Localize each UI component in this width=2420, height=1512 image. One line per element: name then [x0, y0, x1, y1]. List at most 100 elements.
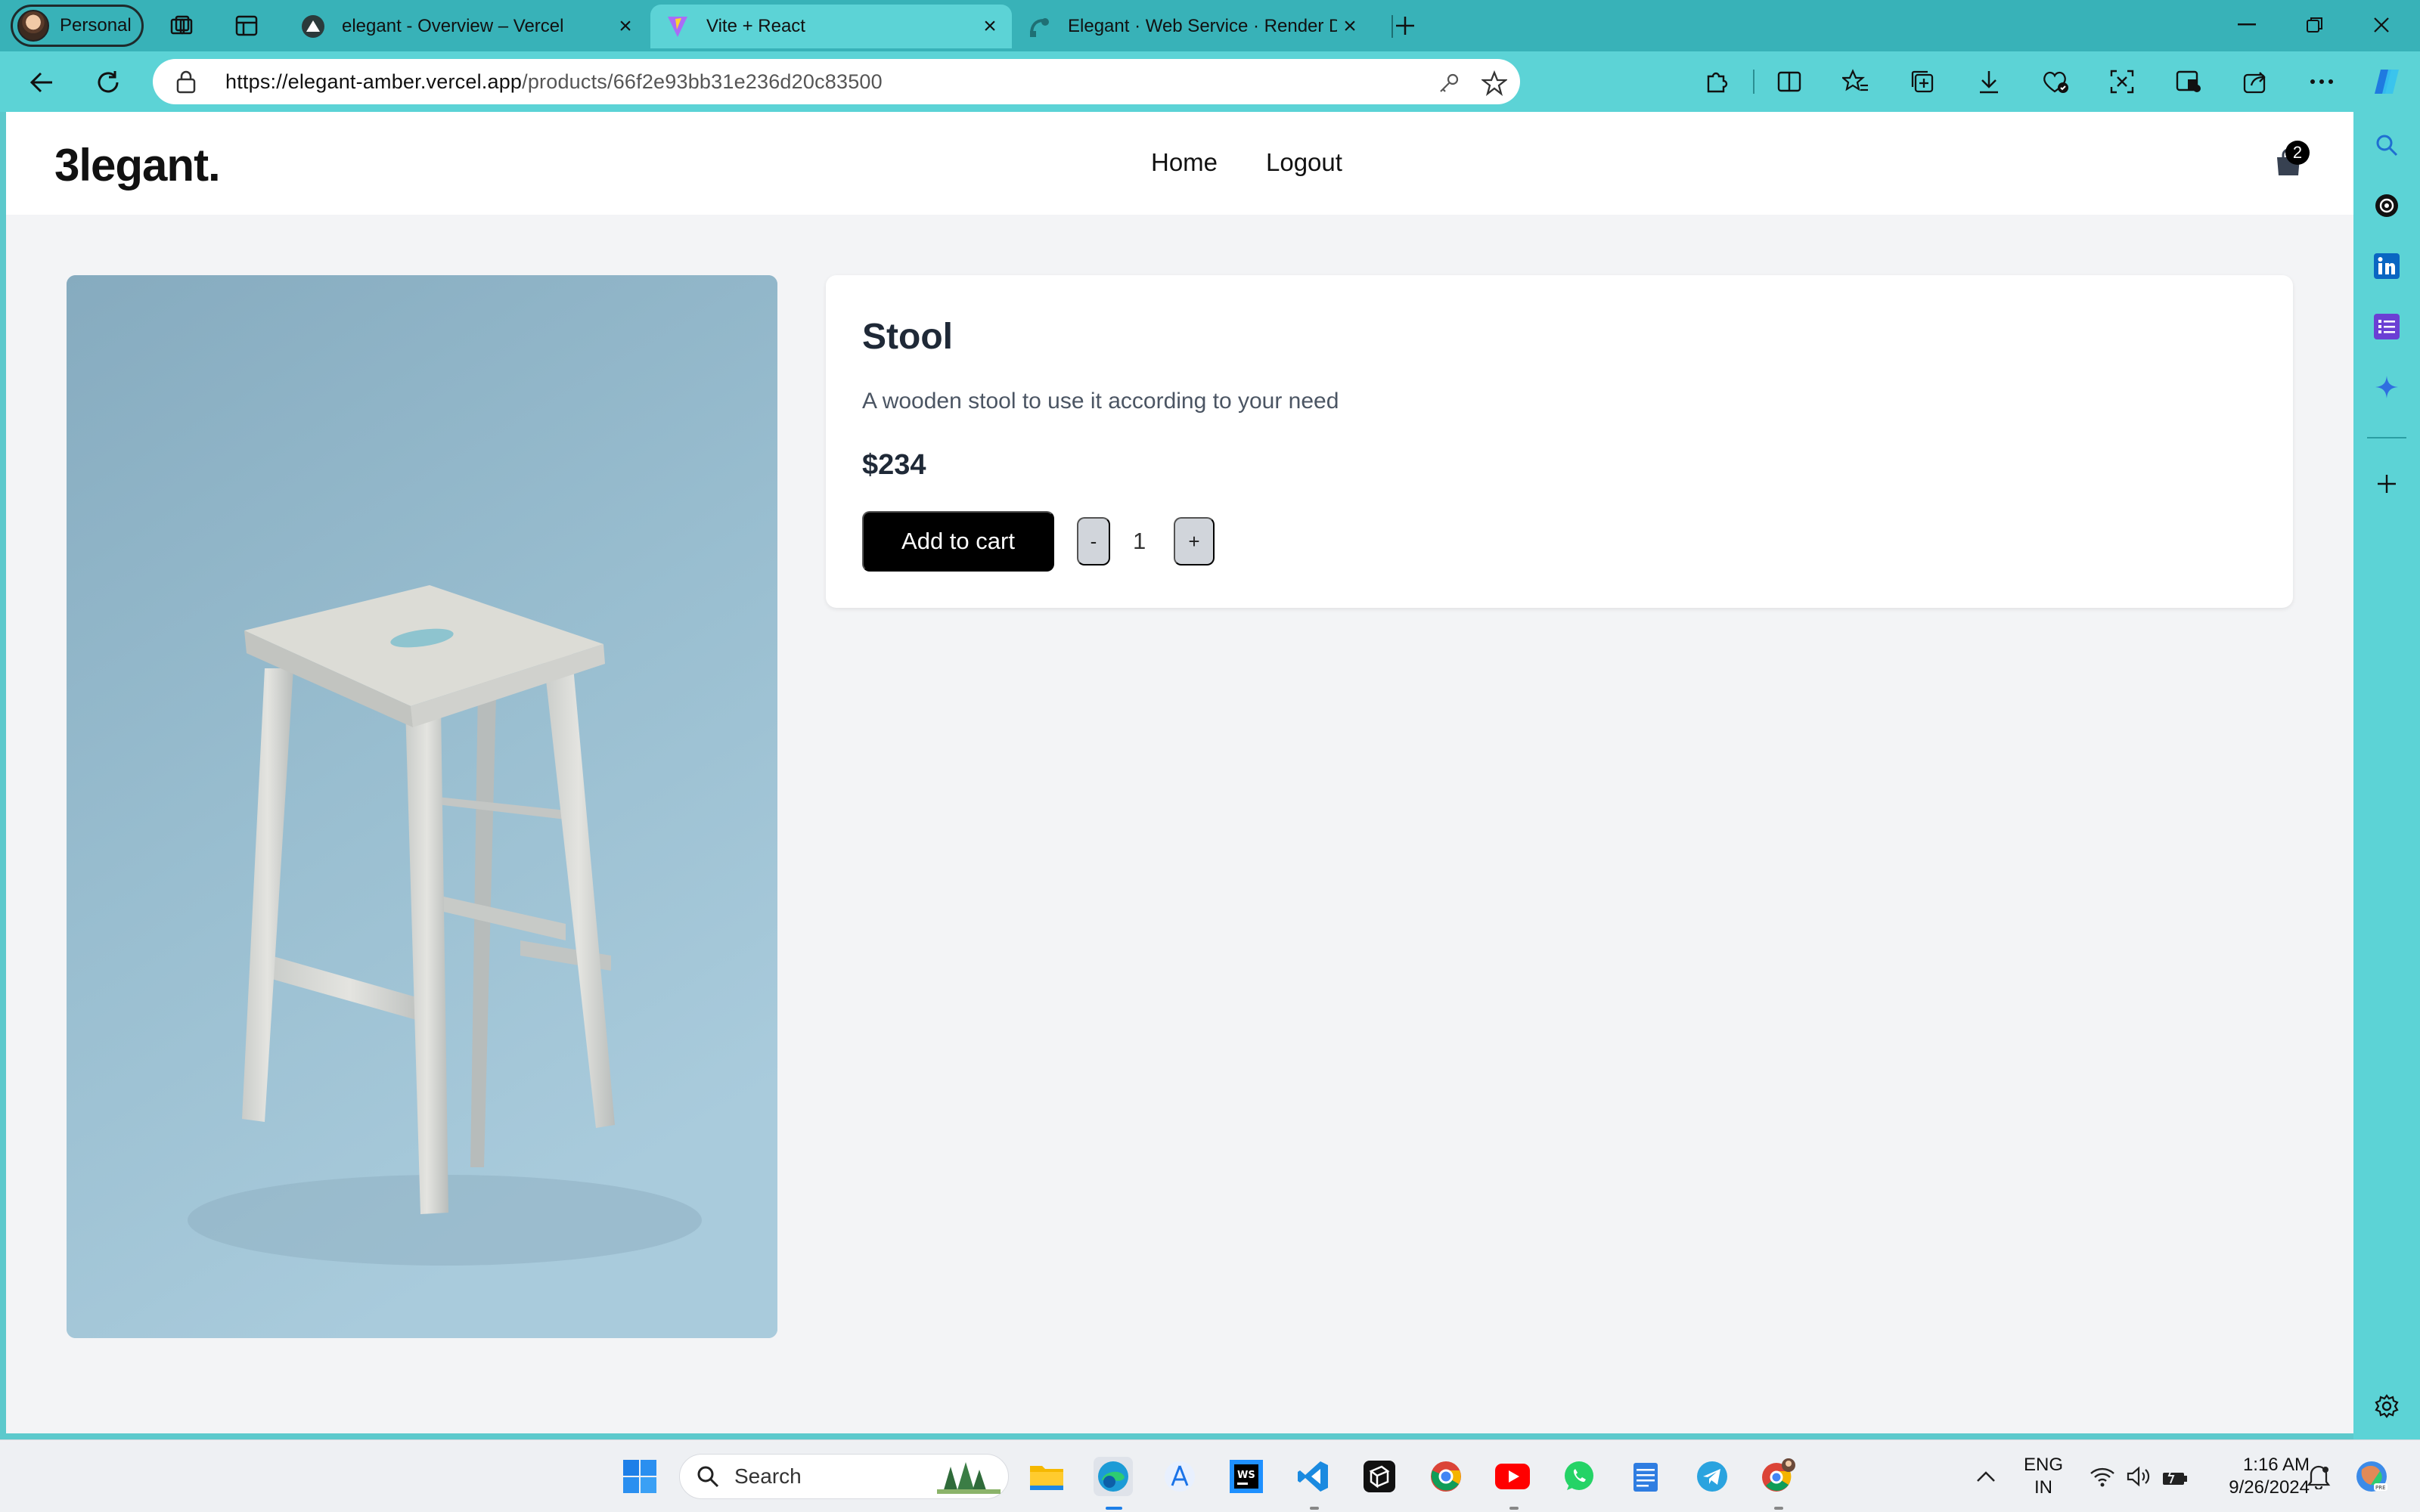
downloads-icon[interactable]: [1972, 65, 2006, 98]
sidebar-divider: [2367, 437, 2406, 438]
sidebar-linkedin-icon[interactable]: [2370, 249, 2403, 283]
restore-icon[interactable]: [2296, 8, 2334, 42]
collections-icon[interactable]: [1906, 65, 1939, 98]
sidebar-search-icon[interactable]: [2370, 129, 2403, 162]
share-icon[interactable]: [2238, 65, 2272, 98]
browser-tabstrip: Personal elegant - Overview – Vercel × V…: [0, 0, 2420, 51]
minimize-icon[interactable]: [2228, 8, 2266, 42]
battery-icon[interactable]: [2155, 1457, 2195, 1496]
password-key-icon[interactable]: [1434, 68, 1464, 98]
sidebar-toggle-icon[interactable]: [2172, 65, 2205, 98]
svg-text:WS: WS: [1237, 1470, 1255, 1481]
tab-render-service[interactable]: Elegant · Web Service · Render D ×: [1012, 5, 1372, 48]
add-to-cart-button[interactable]: Add to cart: [862, 511, 1054, 572]
back-icon[interactable]: [23, 64, 60, 101]
stool-photo: [67, 275, 777, 1338]
page-viewport: 3legant. Home Logout 2 Stool A wooden st…: [6, 112, 2353, 1433]
youtube-icon[interactable]: [1493, 1457, 1532, 1496]
tab-title: elegant - Overview – Vercel: [342, 16, 564, 36]
site-logo[interactable]: 3legant.: [54, 139, 221, 191]
volume-icon[interactable]: [2119, 1457, 2158, 1496]
show-hidden-icons-chevron-icon[interactable]: [1966, 1457, 2006, 1496]
nav-logout-link[interactable]: Logout: [1266, 148, 1342, 177]
url-path: /products/66f2e93bb31e236d20c83500: [522, 70, 883, 93]
copilot-taskbar-icon[interactable]: PRE: [2352, 1457, 2391, 1496]
tab-close-icon[interactable]: ×: [979, 14, 1001, 39]
edge-browser-icon[interactable]: [1094, 1457, 1133, 1496]
screenshot-icon[interactable]: [2105, 65, 2139, 98]
sidebar-sparkle-icon[interactable]: [2370, 370, 2403, 404]
taskbar-search[interactable]: Search: [679, 1454, 1009, 1499]
split-screen-icon[interactable]: [1773, 65, 1806, 98]
sidebar-tasks-icon[interactable]: [2370, 310, 2403, 343]
svg-text:PRE: PRE: [2375, 1485, 2386, 1491]
product-description: A wooden stool to use it according to yo…: [862, 389, 1339, 414]
file-explorer-icon[interactable]: [1027, 1457, 1066, 1496]
address-bar[interactable]: https://elegant-amber.vercel.app/product…: [153, 59, 1520, 104]
search-icon: [695, 1464, 721, 1493]
sidebar-settings-icon[interactable]: [2370, 1390, 2403, 1423]
search-highlight-icon: [937, 1459, 1001, 1498]
vercel-favicon-icon: [301, 14, 325, 39]
active-app-indicator: [1106, 1507, 1122, 1510]
running-app-indicator: [1509, 1507, 1519, 1510]
product-details-card: Stool A wooden stool to use it according…: [826, 275, 2293, 608]
close-window-icon[interactable]: [2363, 8, 2400, 42]
tab-title: Vite + React: [706, 16, 805, 36]
chrome-icon[interactable]: [1426, 1457, 1466, 1496]
running-app-indicator: [1774, 1507, 1783, 1510]
notion-like-app-icon[interactable]: [1360, 1457, 1399, 1496]
product-title: Stool: [862, 317, 953, 357]
product-price: $234: [862, 449, 926, 481]
browser-toolbar: https://elegant-amber.vercel.app/product…: [0, 51, 2420, 112]
product-image: [67, 275, 777, 1338]
clock[interactable]: 1:16 AM 9/26/2024: [2196, 1454, 2310, 1499]
edge-sidebar: [2353, 112, 2420, 1439]
browser-essentials-icon[interactable]: [2039, 65, 2072, 98]
cart-button[interactable]: 2: [2273, 141, 2310, 178]
tab-vercel-overview[interactable]: elegant - Overview – Vercel ×: [286, 5, 647, 48]
copilot-icon[interactable]: [2370, 65, 2403, 98]
refresh-icon[interactable]: [89, 64, 127, 101]
sidebar-chatgpt-icon[interactable]: [2370, 189, 2403, 222]
sidebar-add-icon[interactable]: [2370, 467, 2403, 500]
clock-time: 1:16 AM: [2242, 1455, 2310, 1475]
extensions-icon[interactable]: [1700, 65, 1733, 98]
quantity-value: 1: [1133, 528, 1146, 554]
tab-vite-react[interactable]: Vite + React ×: [650, 5, 1012, 48]
notepad-icon[interactable]: [1626, 1457, 1665, 1496]
increase-quantity-button[interactable]: +: [1174, 517, 1215, 565]
app-store-icon[interactable]: [1160, 1457, 1199, 1496]
webstorm-icon[interactable]: WS: [1227, 1457, 1266, 1496]
tab-close-icon[interactable]: ×: [1339, 14, 1361, 39]
new-tab-icon[interactable]: [1390, 11, 1420, 41]
favorite-star-icon[interactable]: [1479, 68, 1509, 98]
more-options-icon[interactable]: [2305, 65, 2338, 98]
profile-avatar: [17, 10, 49, 42]
language-code: ENG: [2023, 1455, 2063, 1475]
windows-taskbar: Search WS ENG IN 1:16 AM 9/26/2024 PRE: [0, 1439, 2420, 1512]
url-host: https://elegant-amber.vercel.app: [225, 70, 523, 93]
favorites-icon[interactable]: [1839, 65, 1872, 98]
vscode-icon[interactable]: [1293, 1457, 1333, 1496]
decrease-quantity-button[interactable]: -: [1077, 517, 1110, 565]
notifications-bell-icon[interactable]: [2299, 1457, 2338, 1496]
language-indicator[interactable]: ENG IN: [2013, 1454, 2074, 1499]
wifi-icon[interactable]: [2083, 1457, 2122, 1496]
vertical-tabs-icon[interactable]: [231, 11, 262, 41]
url-text[interactable]: https://elegant-amber.vercel.app/product…: [225, 70, 883, 94]
search-placeholder: Search: [734, 1464, 802, 1488]
render-favicon-icon: [1027, 14, 1051, 39]
lock-icon[interactable]: [175, 70, 197, 98]
whatsapp-icon[interactable]: [1559, 1457, 1599, 1496]
tab-title: Elegant · Web Service · Render D: [1068, 16, 1337, 36]
site-header: 3legant. Home Logout 2: [6, 112, 2353, 215]
profile-button[interactable]: Personal: [11, 5, 144, 47]
tab-close-icon[interactable]: ×: [614, 14, 637, 39]
nav-home-link[interactable]: Home: [1151, 148, 1218, 177]
clock-date: 9/26/2024: [2229, 1477, 2310, 1498]
telegram-icon[interactable]: [1692, 1457, 1732, 1496]
start-windows-icon[interactable]: [620, 1457, 659, 1496]
workspaces-icon[interactable]: [166, 11, 197, 41]
chrome-profile-icon[interactable]: [1759, 1457, 1798, 1496]
